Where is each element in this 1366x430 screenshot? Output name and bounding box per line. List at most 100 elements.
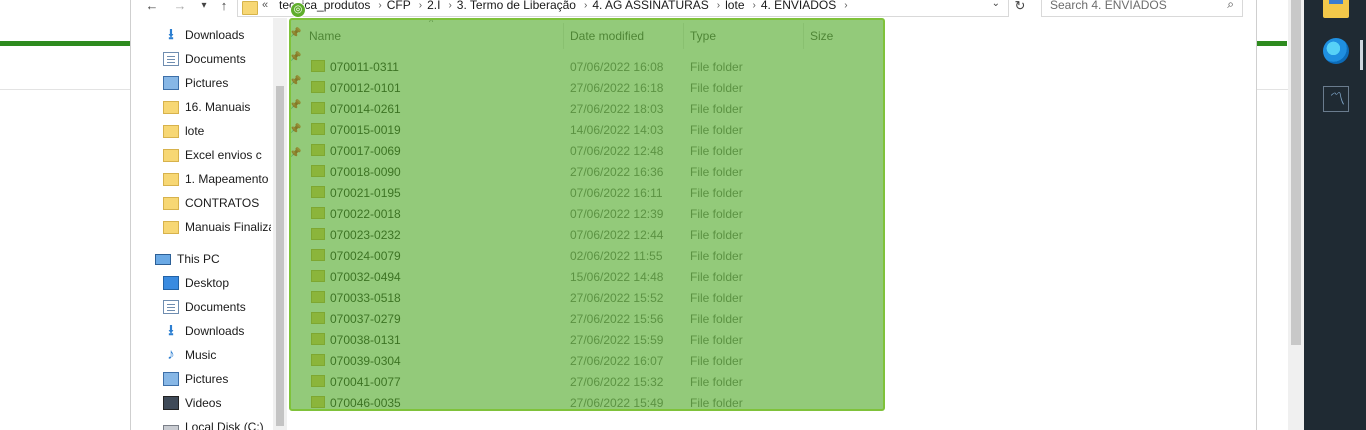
file-name[interactable]: 070021-0195: [330, 186, 401, 200]
nav-item-quick-access[interactable]: lote 📌: [163, 121, 301, 141]
nav-item-this-pc-child[interactable]: Desktop: [163, 273, 271, 293]
breadcrumb-overflow[interactable]: «: [262, 0, 268, 11]
file-explorer-taskbar-icon[interactable]: [1323, 0, 1349, 18]
file-name[interactable]: 070024-0079: [330, 249, 401, 263]
nav-item-this-pc[interactable]: This PC: [155, 249, 263, 269]
address-dropdown-icon[interactable]: ⌄: [992, 0, 1000, 9]
breadcrumb-item[interactable]: 3. Termo de Liberação: [452, 0, 576, 12]
recent-locations-button[interactable]: ▾: [195, 0, 213, 14]
nav-item-quick-access[interactable]: Excel envios c 📌: [163, 145, 301, 165]
refresh-button[interactable]: ↻: [1011, 0, 1029, 14]
page-scrollbar[interactable]: [1288, 0, 1304, 430]
navigation-scrollbar-thumb[interactable]: [276, 86, 284, 426]
file-name[interactable]: 070037-0279: [330, 312, 401, 326]
column-header-date[interactable]: Date modified: [570, 29, 644, 43]
column-divider[interactable]: [683, 23, 684, 49]
file-name[interactable]: 070041-0077: [330, 375, 401, 389]
file-name[interactable]: 070039-0304: [330, 354, 401, 368]
breadcrumb-chevron-icon[interactable]: ›: [576, 0, 587, 11]
nav-item-quick-access[interactable]: Manuais Finaliza: [163, 217, 271, 237]
breadcrumb-chevron-icon[interactable]: ›: [709, 0, 720, 11]
table-row[interactable]: 070037-0279 27/06/2022 15:56 File folder: [289, 308, 889, 329]
breadcrumb-item[interactable]: 4. ENVIADOS: [756, 0, 836, 12]
breadcrumb-item[interactable]: 2.I: [422, 0, 440, 12]
breadcrumb-item[interactable]: 4. AG ASSINATURAS: [587, 0, 708, 12]
nav-item-quick-access[interactable]: Pictures 📌: [163, 73, 301, 93]
file-name[interactable]: 070012-0101: [330, 81, 401, 95]
column-header-size[interactable]: Size: [810, 29, 833, 43]
file-name[interactable]: 070011-0311: [330, 60, 399, 74]
nav-item-this-pc-child[interactable]: Videos: [163, 393, 271, 413]
selection-handle-icon[interactable]: ◎: [290, 2, 306, 18]
breadcrumb-chevron-icon[interactable]: ›: [440, 0, 451, 11]
nav-item-this-pc-child[interactable]: Documents: [163, 297, 271, 317]
nav-item-label: Documents: [185, 52, 246, 66]
table-row[interactable]: 070023-0232 07/06/2022 12:44 File folder: [289, 224, 889, 245]
table-row[interactable]: 070021-0195 07/06/2022 16:11 File folder: [289, 182, 889, 203]
table-row[interactable]: 070017-0069 07/06/2022 12:48 File folder: [289, 140, 889, 161]
table-row[interactable]: 070033-0518 27/06/2022 15:52 File folder: [289, 287, 889, 308]
file-name[interactable]: 070038-0131: [330, 333, 401, 347]
nav-item-quick-access[interactable]: ⭳ Downloads 📌: [163, 25, 301, 45]
nav-item-label: Pictures: [185, 76, 229, 90]
file-name[interactable]: 070023-0232: [330, 228, 401, 242]
file-name[interactable]: 070033-0518: [330, 291, 401, 305]
table-row[interactable]: 070018-0090 27/06/2022 16:36 File folder: [289, 161, 889, 182]
nav-item-this-pc-child[interactable]: ♪ Music: [163, 345, 271, 365]
nav-item-label: Excel envios c: [185, 148, 262, 162]
back-button[interactable]: ←: [143, 0, 161, 14]
nav-item-this-pc-child[interactable]: Local Disk (C:): [163, 417, 271, 430]
folder-icon: [163, 220, 179, 234]
table-row[interactable]: 070041-0077 27/06/2022 15:32 File folder: [289, 371, 889, 392]
search-input[interactable]: Search 4. ENVIADOS ⌕: [1041, 0, 1243, 17]
file-type: File folder: [690, 249, 743, 263]
file-name[interactable]: 070018-0090: [330, 165, 401, 179]
nav-item-quick-access[interactable]: Documents 📌: [163, 49, 301, 69]
folder-icon: [163, 196, 179, 210]
breadcrumb-chevron-icon[interactable]: ›: [745, 0, 756, 11]
file-name[interactable]: 070017-0069: [330, 144, 401, 158]
nav-item-this-pc-child[interactable]: ⭳ Downloads: [163, 321, 271, 341]
table-row[interactable]: 070022-0018 07/06/2022 12:39 File folder: [289, 203, 889, 224]
breadcrumb-item[interactable]: CFP: [382, 0, 411, 12]
table-row[interactable]: 070038-0131 27/06/2022 15:59 File folder: [289, 329, 889, 350]
breadcrumb-chevron-icon[interactable]: ›: [411, 0, 422, 11]
table-row[interactable]: 070032-0494 15/06/2022 14:48 File folder: [289, 266, 889, 287]
file-name[interactable]: 070015-0019: [330, 123, 401, 137]
edge-browser-icon[interactable]: [1323, 38, 1349, 64]
table-row[interactable]: 070015-0019 14/06/2022 14:03 File folder: [289, 119, 889, 140]
nav-item-label: Pictures: [185, 372, 229, 386]
file-name[interactable]: 070022-0018: [330, 207, 401, 221]
breadcrumb-chevron-icon[interactable]: ›: [370, 0, 381, 11]
column-header-type[interactable]: Type: [690, 29, 716, 43]
search-placeholder: Search 4. ENVIADOS: [1050, 0, 1167, 12]
column-header-name[interactable]: Name: [309, 29, 341, 43]
navigation-scrollbar[interactable]: [273, 18, 287, 430]
table-row[interactable]: 070014-0261 27/06/2022 18:03 File folder: [289, 98, 889, 119]
file-name[interactable]: 070014-0261: [330, 102, 401, 116]
table-row[interactable]: 070046-0035 27/06/2022 15:49 File folder: [289, 392, 889, 413]
page-scrollbar-thumb[interactable]: [1291, 0, 1301, 345]
forward-button[interactable]: →: [171, 0, 189, 14]
nav-item-this-pc-child[interactable]: Pictures: [163, 369, 271, 389]
nav-item-quick-access[interactable]: 1. Mapeamento: [163, 169, 271, 189]
up-button[interactable]: ↑: [215, 0, 233, 14]
file-date-modified: 27/06/2022 16:18: [570, 81, 664, 95]
table-row[interactable]: 070011-0311 07/06/2022 16:08 File folder: [289, 56, 889, 77]
column-divider[interactable]: [803, 23, 804, 49]
address-bar[interactable]: « tecnica_produtos › CFP › 2.I › 3. Termo de L…: [237, 0, 1009, 17]
column-divider[interactable]: [563, 23, 564, 49]
breadcrumb-item[interactable]: tecnica_produtos: [274, 0, 370, 12]
nav-item-label: Music: [185, 348, 217, 362]
file-date-modified: 07/06/2022 12:39: [570, 207, 664, 221]
file-name[interactable]: 070032-0494: [330, 270, 401, 284]
nav-item-quick-access[interactable]: CONTRATOS: [163, 193, 271, 213]
breadcrumb-item[interactable]: lote: [720, 0, 744, 12]
breadcrumb-chevron-icon[interactable]: ›: [836, 0, 847, 11]
table-row[interactable]: 070012-0101 27/06/2022 16:18 File folder: [289, 77, 889, 98]
file-name[interactable]: 070046-0035: [330, 396, 401, 410]
table-row[interactable]: 070039-0304 27/06/2022 16:07 File folder: [289, 350, 889, 371]
table-row[interactable]: 070024-0079 02/06/2022 11:55 File folder: [289, 245, 889, 266]
chart-app-icon[interactable]: 〽: [1323, 86, 1349, 112]
nav-item-quick-access[interactable]: 16. Manuais 📌: [163, 97, 301, 117]
